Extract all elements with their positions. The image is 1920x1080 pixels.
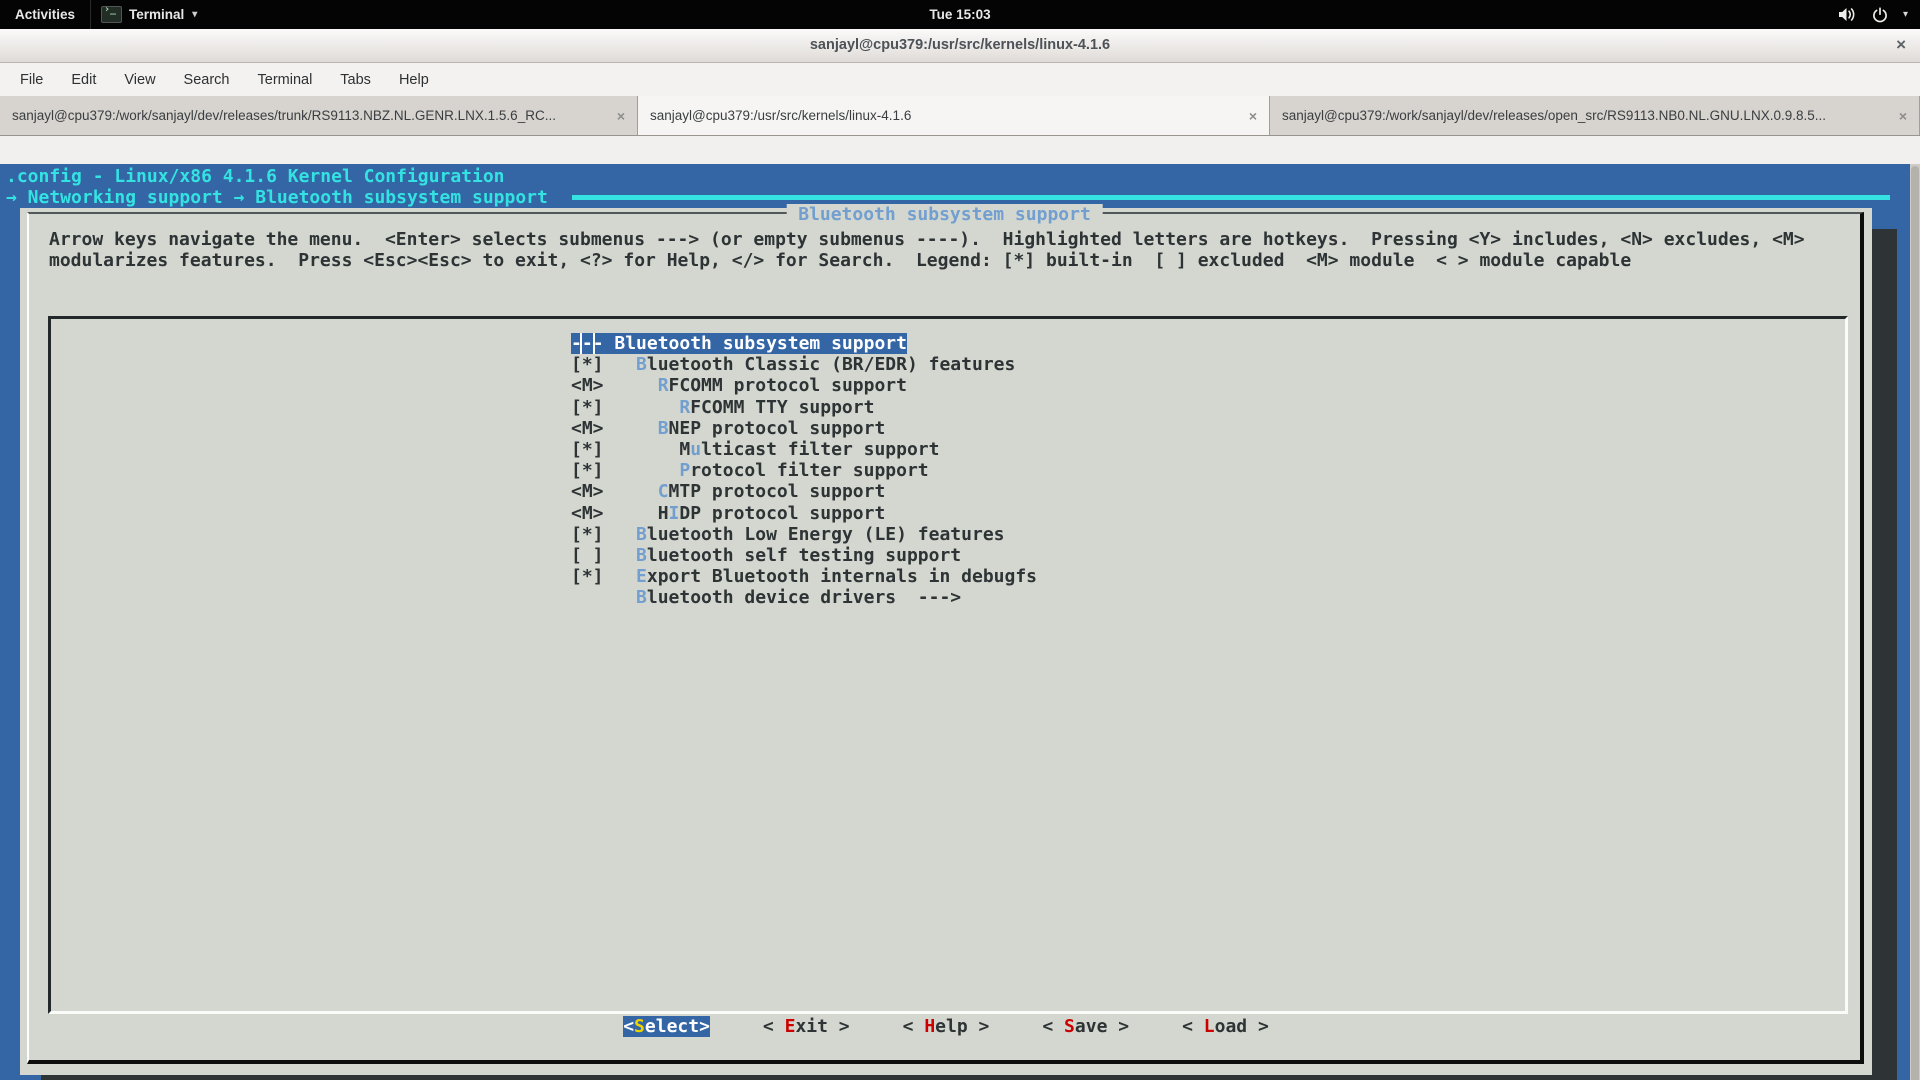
load-button[interactable]: < Load > — [1182, 1016, 1269, 1037]
terminal-app-icon — [101, 6, 122, 23]
gnome-top-bar: Activities Terminal ▾ Tue 15:03 ▾ — [0, 0, 1920, 29]
menu-items-container: --- Bluetooth subsystem support[*] Bluet… — [571, 333, 1037, 608]
tab-bar: sanjayl@cpu379:/work/sanjayl/dev/release… — [0, 96, 1920, 136]
tab-close-icon[interactable]: × — [1239, 108, 1257, 124]
save-button[interactable]: < Save > — [1042, 1016, 1129, 1037]
clock[interactable]: Tue 15:03 — [0, 7, 1920, 22]
menu-item[interactable]: <M> CMTP protocol support — [571, 481, 885, 502]
terminal-screen[interactable]: .config - Linux/x86 4.1.6 Kernel Configu… — [0, 164, 1920, 1080]
window-titlebar[interactable]: sanjayl@cpu379:/usr/src/kernels/linux-4.… — [0, 29, 1920, 63]
dialog-button-row: <Select> < Exit > < Help > < Save > < Load > — [20, 1016, 1872, 1037]
help-line: Arrow keys navigate the menu. <Enter> se… — [49, 229, 1805, 250]
exit-button[interactable]: < Exit > — [763, 1016, 850, 1037]
tab-releases-opensrc[interactable]: sanjayl@cpu379:/work/sanjayl/dev/release… — [1270, 96, 1920, 135]
menu-listbox: --- Bluetooth subsystem support[*] Bluet… — [48, 316, 1848, 1014]
window-title: sanjayl@cpu379:/usr/src/kernels/linux-4.… — [0, 29, 1920, 61]
tab-close-icon[interactable]: × — [607, 108, 625, 124]
dialog-title: Bluetooth subsystem support — [786, 204, 1103, 225]
power-icon[interactable] — [1872, 7, 1888, 23]
menu-item[interactable]: [*] Protocol filter support — [571, 460, 929, 481]
help-button[interactable]: < Help > — [903, 1016, 990, 1037]
menu-item[interactable]: [*] RFCOMM TTY support — [571, 397, 874, 418]
breadcrumb: → Networking support → Bluetooth subsyst… — [6, 187, 548, 208]
tab-close-icon[interactable]: × — [1889, 108, 1907, 124]
menu-item[interactable]: <M> HIDP protocol support — [571, 503, 885, 524]
menu-item[interactable]: [*] Bluetooth Low Energy (LE) features — [571, 524, 1005, 545]
app-menu-label: Terminal — [129, 7, 184, 22]
menu-help[interactable]: Help — [399, 72, 429, 88]
menu-bar: File Edit View Search Terminal Tabs Help — [0, 63, 1920, 96]
menu-item[interactable]: --- Bluetooth subsystem support — [571, 333, 907, 354]
menu-tabs[interactable]: Tabs — [340, 72, 371, 88]
menu-view[interactable]: View — [124, 72, 155, 88]
menu-file[interactable]: File — [20, 72, 43, 88]
window-close-icon[interactable]: × — [1896, 29, 1906, 60]
activities-button[interactable]: Activities — [0, 0, 90, 29]
terminal-window: sanjayl@cpu379:/usr/src/kernels/linux-4.… — [0, 29, 1920, 1080]
select-button[interactable]: <Select> — [623, 1016, 710, 1037]
menu-search[interactable]: Search — [184, 72, 230, 88]
dialog-help-text: Arrow keys navigate the menu. <Enter> se… — [49, 229, 1805, 271]
menu-item[interactable]: [*] Multicast filter support — [571, 439, 939, 460]
menuconfig-dialog: Bluetooth subsystem support Arrow keys n… — [20, 208, 1872, 1075]
caret-down-icon: ▾ — [192, 9, 197, 20]
dialog-shadow-bottom — [41, 1075, 1897, 1080]
menu-item[interactable]: [*] Export Bluetooth internals in debugf… — [571, 566, 1037, 587]
caret-down-icon[interactable]: ▾ — [1903, 9, 1908, 20]
help-line: modularizes features. Press <Esc><Esc> t… — [49, 250, 1805, 271]
scrollbar-thumb[interactable] — [1911, 166, 1919, 1080]
menu-item[interactable]: <M> RFCOMM protocol support — [571, 375, 907, 396]
volume-icon[interactable] — [1838, 7, 1857, 22]
tab-kernel-src-active[interactable]: sanjayl@cpu379:/usr/src/kernels/linux-4.… — [638, 96, 1270, 135]
app-menu-button[interactable]: Terminal ▾ — [90, 0, 207, 29]
terminal-scrollbar[interactable] — [1910, 164, 1920, 1080]
menu-item[interactable]: [*] Bluetooth Classic (BR/EDR) features — [571, 354, 1015, 375]
dialog-shadow-right — [1872, 229, 1897, 1080]
menu-terminal[interactable]: Terminal — [258, 72, 313, 88]
menuconfig-backtitle: .config - Linux/x86 4.1.6 Kernel Configu… — [6, 166, 505, 187]
screen: Activities Terminal ▾ Tue 15:03 ▾ sanjay… — [0, 0, 1920, 1080]
menu-item[interactable]: <M> BNEP protocol support — [571, 418, 885, 439]
menu-item[interactable]: Bluetooth device drivers ---> — [571, 587, 961, 608]
tab-releases-trunk[interactable]: sanjayl@cpu379:/work/sanjayl/dev/release… — [0, 96, 638, 135]
menu-item[interactable]: [ ] Bluetooth self testing support — [571, 545, 961, 566]
menu-edit[interactable]: Edit — [71, 72, 96, 88]
system-status-area[interactable]: ▾ — [1838, 0, 1920, 29]
breadcrumb-rule-line — [572, 195, 1890, 200]
